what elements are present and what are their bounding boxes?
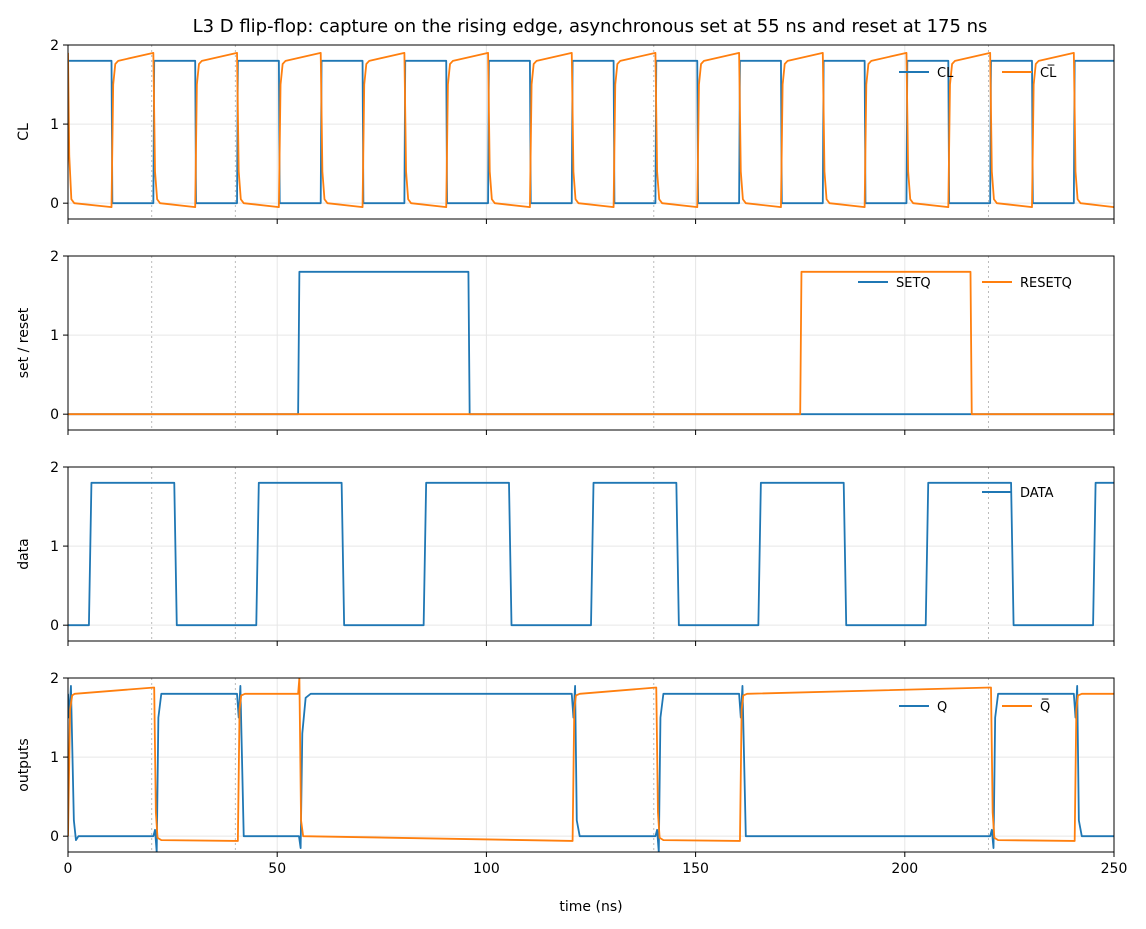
legend: Q Q̅: [899, 699, 1050, 715]
y-tick-label: 2: [50, 38, 59, 54]
series-group: [68, 52, 1114, 209]
y-tick-label: 0: [50, 829, 59, 845]
x-tick-label: 0: [64, 861, 73, 877]
series-line-1: [68, 270, 1114, 416]
y-tick-label: 2: [50, 249, 59, 265]
legend-label: CL̅: [1040, 65, 1057, 81]
x-tick-label: 250: [1101, 861, 1128, 877]
y-axis-label: outputs: [16, 738, 32, 791]
axes-frame: [67, 44, 1115, 220]
legend-label: Q: [937, 700, 947, 715]
y-tick-label: 1: [50, 539, 59, 555]
y-tick-label: 1: [50, 750, 59, 766]
panel-1: 0 1 2 CL CL CL̅: [16, 38, 1115, 224]
legend: CL CL̅: [899, 65, 1057, 81]
y-axis-label: CL: [16, 123, 32, 141]
panel-3: 0 1 2 data DATA: [16, 460, 1115, 646]
series-line-2: [68, 52, 1114, 209]
legend: SETQ RESETQ: [858, 276, 1072, 291]
series-line-1: [68, 481, 1114, 627]
series-line-1: [68, 685, 1114, 852]
panel-2: 0 1 2 set / reset SETQ RESETQ: [16, 249, 1115, 435]
legend-label: CL: [937, 66, 954, 81]
y-tick-label: 2: [50, 460, 59, 476]
axes-frame: [67, 255, 1115, 431]
y-axis-label: set / reset: [16, 307, 32, 378]
y-tick-label: 0: [50, 407, 59, 423]
figure: L3 D flip-flop: capture on the rising ed…: [16, 16, 1127, 915]
series-group: [68, 481, 1114, 627]
legend: DATA: [982, 486, 1054, 501]
legend-label: SETQ: [896, 276, 931, 291]
y-tick-label: 2: [50, 671, 59, 687]
panel-4: 0 1 2 0 50 100 150 200 250 outputs Q Q̅: [16, 671, 1127, 877]
legend-label: Q̅: [1040, 699, 1050, 715]
y-tick-label: 0: [50, 618, 59, 634]
series-group: [68, 270, 1114, 416]
axes-frame: [67, 677, 1115, 853]
y-axis-label: data: [16, 538, 32, 570]
x-tick-label: 50: [268, 861, 286, 877]
x-tick-label: 100: [473, 861, 500, 877]
series-line-2: [68, 270, 1114, 416]
y-tick-label: 1: [50, 117, 59, 133]
chart-title: L3 D flip-flop: capture on the rising ed…: [193, 16, 988, 37]
series-line-2: [68, 678, 1114, 842]
y-tick-label: 1: [50, 328, 59, 344]
x-tick-label: 150: [682, 861, 709, 877]
x-axis-label: time (ns): [559, 899, 622, 915]
legend-label: RESETQ: [1020, 276, 1072, 291]
series-line-1: [68, 59, 1114, 205]
x-tick-label: 200: [891, 861, 918, 877]
series-group: [68, 678, 1114, 852]
y-tick-label: 0: [50, 196, 59, 212]
legend-label: DATA: [1020, 486, 1054, 501]
